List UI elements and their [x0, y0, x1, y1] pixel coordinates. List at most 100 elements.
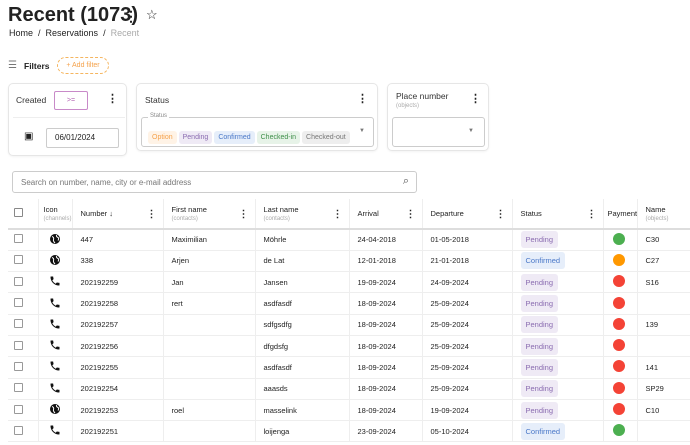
- row-checkbox[interactable]: [14, 383, 23, 393]
- search-input[interactable]: Search on number, name, city or e-mail a…: [12, 171, 417, 193]
- table-row[interactable]: 202192253 roel masselink 18-09-2024 19-0…: [8, 399, 690, 422]
- table-row[interactable]: 202192257 sdfgsdfg 18-09-2024 25-09-2024…: [8, 314, 690, 336]
- row-checkbox[interactable]: [14, 340, 23, 350]
- column-header[interactable]: First name (contacts) ⋮: [163, 199, 256, 230]
- more-icon[interactable]: ⋮: [470, 94, 481, 105]
- filter-icon: ☰: [8, 60, 17, 71]
- column-header[interactable]: Name (objects): [637, 199, 690, 230]
- more-icon[interactable]: ⋮: [357, 94, 368, 105]
- last-name-cell: asdfasdf: [255, 292, 350, 315]
- row-checkbox[interactable]: [14, 255, 23, 265]
- column-menu-icon[interactable]: ⋮: [333, 209, 343, 220]
- status-cell: Confirmed: [512, 250, 604, 273]
- first-name-cell: [163, 314, 256, 336]
- more-icon[interactable]: ⋮: [107, 94, 118, 105]
- breadcrumb-home[interactable]: Home: [9, 28, 33, 38]
- payment-status-dot: [612, 296, 625, 309]
- last-name-cell: aaasds: [255, 378, 350, 400]
- first-name-cell: [163, 420, 256, 443]
- arrival-cell: 18-09-2024: [349, 314, 423, 336]
- breadcrumb-current: Recent: [110, 28, 140, 38]
- first-name-cell: Jan: [163, 271, 256, 294]
- column-header[interactable]: Icon (channels): [38, 199, 73, 230]
- row-checkbox[interactable]: [14, 298, 23, 308]
- payment-cell: [603, 420, 638, 443]
- number-cell: 202192257: [72, 314, 164, 336]
- filters-label: Filters: [24, 61, 50, 71]
- created-filter-card: Created >= ⋮ ▣ 06/01/2024: [8, 83, 127, 156]
- date-input[interactable]: 06/01/2024: [46, 128, 119, 148]
- more-icon[interactable]: ⋮: [124, 9, 138, 23]
- calendar-icon[interactable]: ▣: [24, 131, 33, 142]
- page-title: Recent (1073): [8, 4, 139, 26]
- column-header[interactable]: Payment: [603, 199, 638, 230]
- payment-cell: [603, 378, 638, 400]
- column-menu-icon[interactable]: ⋮: [587, 209, 597, 220]
- departure-cell: 19-09-2024: [422, 399, 513, 422]
- place-select[interactable]: ▼: [392, 117, 485, 147]
- object-name-cell: S16: [637, 271, 690, 294]
- status-badge: Confirmed: [520, 422, 566, 440]
- status-chip-confirmed[interactable]: Confirmed: [214, 131, 255, 144]
- first-name-cell: [163, 378, 256, 400]
- search-placeholder: Search on number, name, city or e-mail a…: [21, 178, 192, 187]
- object-name-cell: [637, 420, 690, 443]
- departure-cell: 25-09-2024: [422, 378, 513, 400]
- column-header[interactable]: Status ⋮: [512, 199, 604, 230]
- object-name-cell: SP29: [637, 378, 690, 400]
- status-chip-checked-out[interactable]: Checked-out: [302, 131, 350, 144]
- arrival-cell: 18-09-2024: [349, 399, 423, 422]
- row-select-cell: [8, 250, 39, 273]
- column-menu-icon[interactable]: ⋮: [406, 209, 416, 220]
- table-row[interactable]: 202192254 aaasds 18-09-2024 25-09-2024 P…: [8, 378, 690, 400]
- globe-icon: [38, 229, 73, 251]
- last-name-cell: Möhrle: [255, 229, 350, 251]
- column-header[interactable]: Departure ⋮: [422, 199, 513, 230]
- status-chip-pending[interactable]: Pending: [178, 131, 213, 144]
- row-checkbox[interactable]: [14, 425, 23, 435]
- arrival-cell: 24-04-2018: [349, 229, 423, 251]
- column-sub: (channels): [43, 216, 72, 222]
- breadcrumb: Home / Reservations / Recent: [9, 28, 140, 38]
- column-menu-icon[interactable]: ⋮: [239, 209, 249, 220]
- select-all-checkbox[interactable]: [14, 208, 23, 217]
- status-chip-checked-in[interactable]: Checked-in: [256, 131, 301, 144]
- table-row[interactable]: 447 Maximilian Möhrle 24-04-2018 01-05-2…: [8, 229, 690, 251]
- row-select-cell: [8, 292, 39, 315]
- column-label: Arrival: [357, 209, 379, 218]
- status-chip-option[interactable]: Option: [148, 131, 177, 144]
- column-header[interactable]: Arrival ⋮: [349, 199, 423, 230]
- star-icon[interactable]: ☆: [146, 7, 158, 23]
- row-checkbox[interactable]: [14, 276, 23, 286]
- object-name-cell: [637, 335, 690, 358]
- status-badge: Pending: [520, 316, 559, 334]
- table-row[interactable]: 202192256 dfgdsfg 18-09-2024 25-09-2024 …: [8, 335, 690, 358]
- column-menu-icon[interactable]: ⋮: [496, 209, 506, 220]
- row-checkbox[interactable]: [14, 319, 23, 329]
- object-name-cell: C30: [637, 229, 690, 251]
- status-select[interactable]: Status Option Pending Confirmed Checked-in C…: [141, 113, 374, 147]
- departure-cell: 05-10-2024: [422, 420, 513, 443]
- status-cell: Pending: [512, 378, 604, 400]
- search-icon[interactable]: ⌕: [403, 175, 409, 188]
- breadcrumb-reservations[interactable]: Reservations: [46, 28, 99, 38]
- table-row[interactable]: 202192258 rert asdfasdf 18-09-2024 25-09…: [8, 292, 690, 315]
- row-checkbox[interactable]: [14, 404, 23, 414]
- phone-icon: [38, 356, 73, 379]
- first-name-cell: roel: [163, 399, 256, 422]
- status-badge: Pending: [520, 231, 559, 249]
- arrival-cell: 18-09-2024: [349, 292, 423, 315]
- operator-select[interactable]: >=: [54, 91, 88, 110]
- table-row[interactable]: 202192251 loijenga 23-09-2024 05-10-2024…: [8, 420, 690, 443]
- column-header[interactable]: Number ↓ ⋮: [72, 199, 164, 230]
- table-row[interactable]: 338 Arjen de Lat 12-01-2018 21-01-2018 C…: [8, 250, 690, 273]
- reservations-table: Icon (channels) Number ↓ ⋮ First name (contac…: [8, 199, 690, 443]
- row-checkbox[interactable]: [14, 234, 23, 244]
- table-row[interactable]: 202192255 asdfasdf 18-09-2024 25-09-2024…: [8, 356, 690, 379]
- column-menu-icon[interactable]: ⋮: [147, 209, 157, 220]
- table-row[interactable]: 202192259 Jan Jansen 19-09-2024 24-09-20…: [8, 271, 690, 294]
- row-checkbox[interactable]: [14, 361, 23, 371]
- add-filter-button[interactable]: + Add filter: [57, 57, 109, 74]
- payment-cell: [603, 314, 638, 336]
- column-header[interactable]: Last name (contacts) ⋮: [255, 199, 350, 230]
